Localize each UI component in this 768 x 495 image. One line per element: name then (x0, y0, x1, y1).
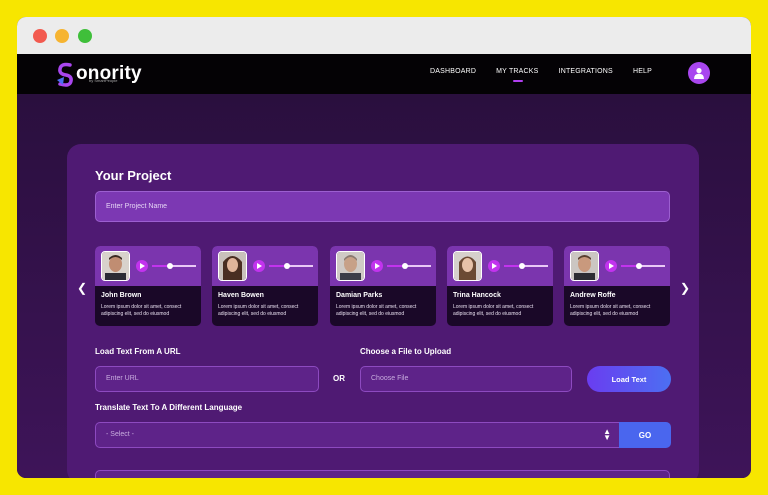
maximize-window-button[interactable] (78, 29, 92, 43)
user-avatar-button[interactable] (688, 62, 710, 84)
voice-card-header (330, 246, 436, 286)
project-title: Your Project (95, 168, 172, 183)
file-placeholder: Choose File (371, 375, 409, 382)
language-select-value: - Select - (106, 431, 135, 438)
nav-help[interactable]: HELP (633, 68, 652, 75)
play-icon[interactable] (253, 260, 265, 272)
go-button[interactable]: GO (619, 422, 671, 448)
voice-avatar (570, 251, 599, 281)
language-select[interactable]: - Select - ▲ ▼ (95, 422, 619, 448)
voice-name: Trina Hancock (453, 292, 501, 299)
nav-dashboard[interactable]: DASHBOARD (430, 68, 476, 75)
voice-name: Haven Bowen (218, 292, 264, 299)
voice-avatar (101, 251, 130, 281)
voice-description: Lorem ipsum dolor sit amet, consect adip… (336, 304, 417, 317)
play-icon[interactable] (371, 260, 383, 272)
project-card: Your Project Enter Project Name ❮ John B… (67, 144, 699, 478)
play-icon[interactable] (488, 260, 500, 272)
voice-card-header (95, 246, 201, 286)
window-titlebar (17, 17, 751, 54)
url-input[interactable]: Enter URL (95, 366, 319, 392)
logo-subtext: by SmartPeople (89, 78, 118, 83)
voice-card-header (447, 246, 553, 286)
audio-progress-knob[interactable] (283, 263, 290, 269)
voice-description: Lorem ipsum dolor sit amet, consect adip… (218, 304, 299, 317)
select-caret-icon: ▲ ▼ (603, 427, 611, 442)
audio-progress-knob[interactable] (166, 263, 173, 269)
translate-label: Translate Text To A Different Language (95, 403, 243, 412)
voice-card[interactable]: Damian Parks Lorem ipsum dolor sit amet,… (330, 246, 436, 326)
upload-label: Choose a File to Upload (360, 347, 452, 356)
voice-name: Andrew Roffe (570, 292, 616, 299)
carousel-prev-chevron-icon[interactable]: ❮ (77, 281, 87, 295)
voice-avatar (336, 251, 365, 281)
nav-integrations[interactable]: INTEGRATIONS (559, 68, 613, 75)
main-content: Your Project Enter Project Name ❮ John B… (17, 94, 751, 478)
browser-window: onority by SmartPeople DASHBOARD MY TRAC… (17, 17, 751, 478)
voice-name: John Brown (101, 292, 142, 299)
play-icon[interactable] (136, 260, 148, 272)
logo[interactable]: onority (55, 59, 142, 89)
audio-progress-track[interactable] (152, 263, 196, 269)
url-placeholder: Enter URL (106, 375, 139, 382)
voice-description: Lorem ipsum dolor sit amet, consect adip… (101, 304, 182, 317)
audio-progress-knob[interactable] (635, 263, 642, 269)
top-navbar: onority by SmartPeople DASHBOARD MY TRAC… (17, 54, 751, 94)
file-upload-input[interactable]: Choose File (360, 366, 572, 392)
voice-avatar (218, 251, 247, 281)
voice-card-header (564, 246, 670, 286)
voice-card[interactable]: Trina Hancock Lorem ipsum dolor sit amet… (447, 246, 553, 326)
voice-name: Damian Parks (336, 292, 383, 299)
carousel-next-chevron-icon[interactable]: ❯ (680, 281, 690, 295)
or-label: OR (333, 374, 345, 383)
nav-my-tracks[interactable]: MY TRACKS (496, 68, 538, 82)
nav-links: DASHBOARD MY TRACKS INTEGRATIONS HELP (430, 68, 672, 82)
play-icon[interactable] (605, 260, 617, 272)
audio-progress-track[interactable] (504, 263, 548, 269)
audio-progress-track[interactable] (387, 263, 431, 269)
load-text-button[interactable]: Load Text (587, 366, 671, 392)
text-area-partial[interactable] (95, 470, 670, 478)
audio-progress-knob[interactable] (401, 263, 408, 269)
voice-card[interactable]: John Brown Lorem ipsum dolor sit amet, c… (95, 246, 201, 326)
voice-description: Lorem ipsum dolor sit amet, consect adip… (570, 304, 651, 317)
project-name-placeholder: Enter Project Name (106, 203, 168, 210)
audio-progress-knob[interactable] (518, 263, 525, 269)
audio-progress-track[interactable] (269, 263, 313, 269)
user-icon (694, 68, 704, 79)
voice-description: Lorem ipsum dolor sit amet, consect adip… (453, 304, 534, 317)
voice-avatar (453, 251, 482, 281)
voice-card-header (212, 246, 318, 286)
load-url-label: Load Text From A URL (95, 347, 181, 356)
logo-icon (57, 62, 73, 87)
close-window-button[interactable] (33, 29, 47, 43)
voice-card[interactable]: Haven Bowen Lorem ipsum dolor sit amet, … (212, 246, 318, 326)
project-name-input[interactable]: Enter Project Name (95, 191, 670, 222)
minimize-window-button[interactable] (55, 29, 69, 43)
audio-progress-track[interactable] (621, 263, 665, 269)
voice-card[interactable]: Andrew Roffe Lorem ipsum dolor sit amet,… (564, 246, 670, 326)
